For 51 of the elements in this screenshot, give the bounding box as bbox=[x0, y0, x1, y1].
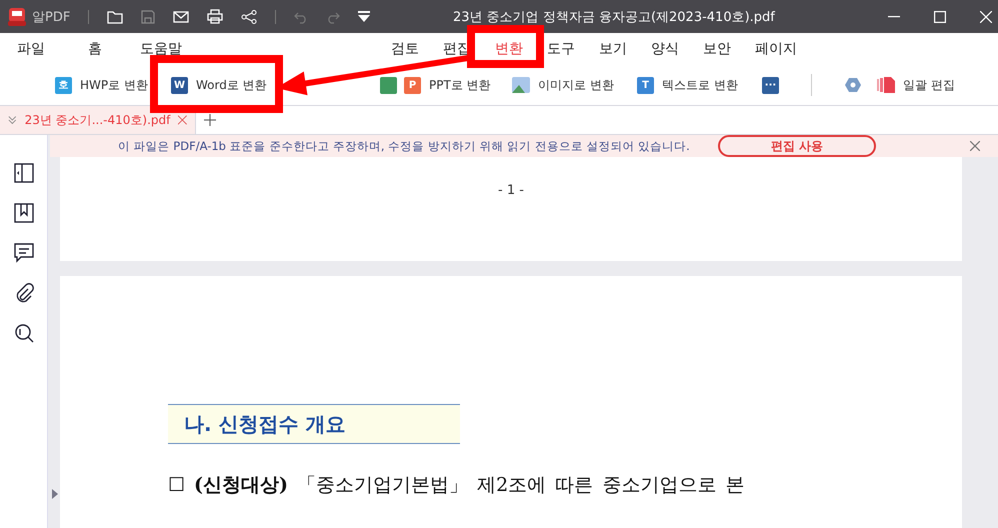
add-tab-icon[interactable] bbox=[204, 114, 216, 126]
more-button[interactable]: ··· bbox=[760, 72, 781, 98]
maximize-icon[interactable] bbox=[934, 10, 946, 22]
share-icon[interactable] bbox=[241, 10, 258, 24]
menu-tab[interactable]: 페이지 bbox=[755, 40, 797, 58]
file-type-icon: T bbox=[637, 76, 654, 94]
chevron-icon bbox=[8, 115, 17, 125]
bookmark-icon[interactable] bbox=[14, 203, 34, 223]
hexagon-icon bbox=[845, 77, 861, 93]
menu-tab[interactable]: 보기 bbox=[599, 40, 627, 58]
menu-tab[interactable]: 도구 bbox=[547, 40, 575, 58]
minimize-icon[interactable] bbox=[888, 16, 900, 18]
convert-button[interactable] bbox=[380, 76, 397, 94]
app-name: 알PDF bbox=[32, 8, 70, 26]
section-heading: 나. 신청접수 개요 bbox=[168, 404, 460, 444]
search-icon[interactable] bbox=[14, 323, 34, 343]
page-number: - 1 - bbox=[498, 183, 524, 200]
menu-tab[interactable]: 홈 bbox=[88, 40, 102, 58]
mail-icon[interactable] bbox=[173, 10, 190, 22]
convert-button[interactable]: P PPT로 변환 bbox=[402, 72, 493, 98]
convert-button[interactable]: 일괄 편집 bbox=[875, 72, 957, 98]
menu-tab[interactable]: 양식 bbox=[651, 40, 679, 58]
document-tab[interactable]: 23년 중소기...-410호).pdf bbox=[0, 106, 196, 134]
comment-icon[interactable] bbox=[14, 243, 34, 263]
save-icon[interactable] bbox=[141, 10, 156, 24]
more-icon: ··· bbox=[762, 76, 779, 94]
robot-logo-icon bbox=[6, 6, 28, 28]
pages-icon bbox=[877, 77, 895, 93]
menu-tab[interactable]: 변환 bbox=[495, 40, 523, 58]
folder-icon[interactable] bbox=[107, 10, 124, 24]
file-type-icon: P bbox=[404, 76, 421, 94]
panel-icon[interactable] bbox=[14, 163, 34, 183]
file-type-icon bbox=[380, 76, 397, 94]
close-icon[interactable] bbox=[970, 141, 980, 151]
dropdown-icon[interactable] bbox=[358, 10, 370, 22]
file-type-icon: W bbox=[171, 76, 188, 94]
menu-tab[interactable]: 도움말 bbox=[140, 40, 182, 58]
print-icon[interactable] bbox=[207, 9, 224, 24]
menu-tab[interactable]: 보안 bbox=[703, 40, 731, 58]
expand-arrow-icon[interactable] bbox=[52, 489, 58, 499]
convert-button[interactable]: T 텍스트로 변환 bbox=[635, 72, 740, 98]
convert-button[interactable]: W Word로 변환 bbox=[169, 72, 269, 98]
paragraph-text: ☐ (신청대상) 「중소기업기본법」 제2조에 따른 중소기업으로 본 bbox=[168, 473, 746, 498]
convert-button[interactable]: 호 HWP로 변환 bbox=[53, 72, 150, 98]
notice-message: 이 파일은 PDF/A-1b 표준을 준수한다고 주장하며, 수정을 방지하기 위해 읽기 전용으로 설정되어 있습니다. bbox=[118, 138, 690, 154]
menu-tab[interactable]: 파일 bbox=[17, 40, 45, 58]
image-icon bbox=[512, 77, 530, 93]
convert-button[interactable]: 이미지로 변환 bbox=[510, 72, 616, 98]
window-title: 23년 중소기업 정책자금 융자공고(제2023-410호).pdf bbox=[453, 8, 775, 26]
menu-tab[interactable]: 검토 bbox=[391, 40, 419, 58]
file-type-icon: 호 bbox=[55, 76, 72, 94]
